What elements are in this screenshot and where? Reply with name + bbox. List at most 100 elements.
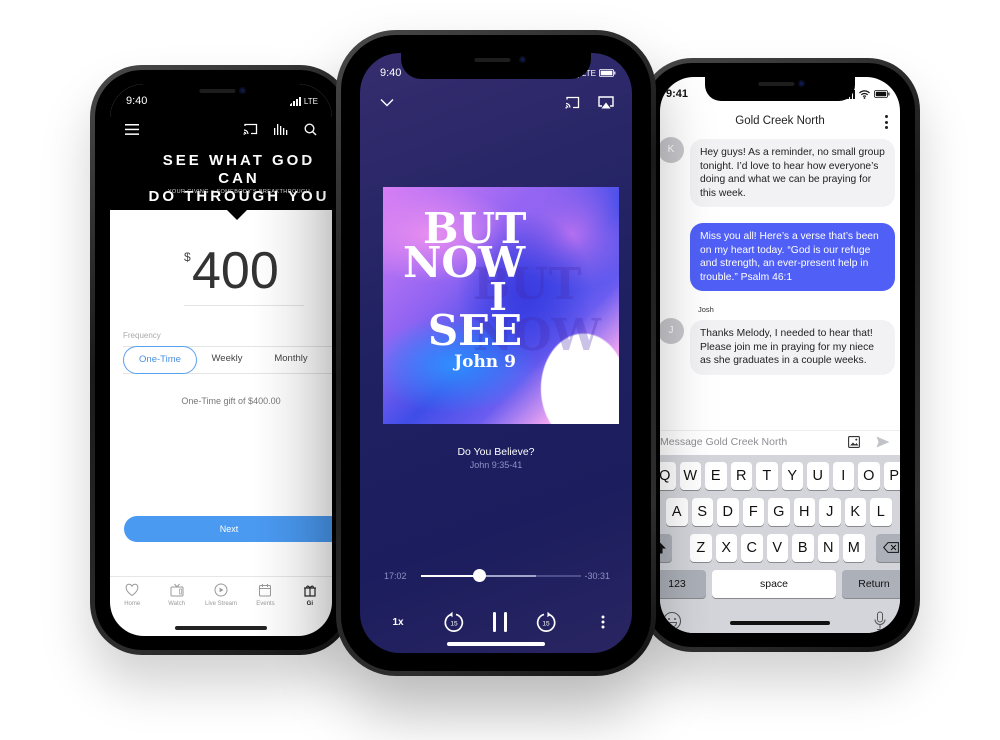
cast-icon[interactable] — [565, 96, 580, 109]
key[interactable]: F — [742, 498, 764, 526]
chat-phone: 9:41 Gold Creek North K Hey guys! As a r… — [640, 58, 920, 652]
return-key[interactable]: Return — [842, 570, 900, 598]
calendar-icon — [259, 584, 272, 597]
emoji-icon — [662, 611, 682, 631]
key[interactable]: W — [679, 462, 701, 490]
network-label: LTE — [303, 96, 318, 106]
more-options-button[interactable] — [598, 610, 608, 634]
pause-icon — [493, 612, 507, 632]
artwork-subtitle: John 9 — [454, 352, 516, 372]
player-toolbar — [380, 96, 614, 112]
key[interactable]: G — [768, 498, 790, 526]
gift-summary: One-Time gift of $400.00 — [181, 396, 281, 406]
cast-icon[interactable] — [242, 121, 258, 137]
front-camera — [239, 87, 246, 94]
tab-give[interactable]: Gi — [288, 577, 332, 636]
battery-icon — [874, 90, 890, 98]
avatar-j[interactable]: J — [660, 318, 684, 344]
forward-15-icon: 15 — [536, 611, 556, 632]
skip-forward-button[interactable]: 15 — [534, 610, 558, 634]
playback-speed-button[interactable]: 1x — [388, 610, 408, 634]
track-reference: John 9:35-41 — [469, 460, 523, 470]
numbers-key[interactable]: 123 — [660, 570, 706, 598]
frequency-one-time[interactable]: One-Time — [123, 346, 197, 374]
menu-icon[interactable] — [124, 121, 140, 137]
key[interactable]: P — [883, 462, 900, 490]
giving-phone: 9:40 LTE SEE WHAT GOD CAN DO THROUGH YOU… — [90, 65, 352, 655]
audio-bars-icon[interactable] — [272, 121, 288, 137]
chevron-down-icon[interactable] — [380, 98, 394, 107]
phone-bezel: 9:40 LTE SEE WHAT GOD CAN DO THROUGH YOU… — [95, 70, 347, 650]
key[interactable]: U — [807, 462, 829, 490]
key[interactable]: Q — [660, 462, 676, 490]
key[interactable]: L — [870, 498, 892, 526]
pause-button[interactable] — [490, 610, 510, 634]
avatar-k[interactable]: K — [660, 137, 684, 163]
currency-symbol: $ — [184, 250, 191, 264]
status-time: 9:40 — [126, 95, 148, 107]
key[interactable]: I — [832, 462, 854, 490]
key[interactable]: D — [717, 498, 739, 526]
key[interactable]: A — [666, 498, 688, 526]
search-icon[interactable] — [302, 121, 318, 137]
dictation-button[interactable] — [874, 611, 888, 633]
delete-key[interactable] — [876, 534, 900, 562]
progress-thumb[interactable] — [472, 569, 486, 582]
tab-label: Home — [124, 601, 141, 607]
key[interactable]: J — [819, 498, 841, 526]
space-key[interactable]: space — [712, 570, 836, 598]
chat-title: Gold Creek North — [735, 115, 825, 127]
image-attach-icon[interactable] — [848, 436, 860, 448]
shift-key[interactable] — [660, 534, 672, 562]
key[interactable]: O — [858, 462, 880, 490]
tab-home[interactable]: Home — [110, 577, 154, 636]
giving-screen: 9:40 LTE SEE WHAT GOD CAN DO THROUGH YOU… — [110, 84, 332, 636]
airplay-icon[interactable] — [598, 96, 614, 109]
key[interactable]: C — [741, 534, 763, 562]
key[interactable]: H — [793, 498, 815, 526]
key[interactable]: N — [817, 534, 839, 562]
key[interactable]: T — [756, 462, 778, 490]
key[interactable]: B — [792, 534, 814, 562]
frequency-weekly[interactable]: Weekly — [199, 346, 255, 374]
player-phone: 9:40 LTE BUT NOW BUT NOW I SEE John 9 Do… — [336, 30, 656, 676]
rewind-15-icon: 15 — [444, 611, 464, 632]
key[interactable]: E — [705, 462, 727, 490]
tv-icon — [170, 583, 184, 597]
key[interactable]: Z — [690, 534, 712, 562]
chat-screen: 9:41 Gold Creek North K Hey guys! As a r… — [660, 77, 900, 633]
elapsed-time: 17:02 — [384, 571, 407, 581]
svg-text:15: 15 — [450, 621, 458, 628]
phone-bezel: 9:40 LTE BUT NOW BUT NOW I SEE John 9 Do… — [341, 35, 651, 671]
microphone-icon — [874, 611, 886, 630]
more-options-icon[interactable] — [884, 115, 888, 129]
progress-slider[interactable] — [421, 569, 581, 582]
keyboard: Q W E R T Y U I O P A S D F G H J K L Z X C V B N M 123 space Return — [660, 455, 900, 633]
message-composer[interactable]: Message Gold Creek North — [660, 430, 900, 454]
amount-field[interactable]: $ 400 — [184, 242, 304, 306]
send-icon[interactable] — [876, 436, 890, 448]
key[interactable]: S — [691, 498, 713, 526]
emoji-button[interactable] — [662, 611, 682, 631]
hero-pointer — [227, 210, 247, 220]
phone-bezel: 9:41 Gold Creek North K Hey guys! As a r… — [645, 63, 915, 647]
tab-label: Gi — [306, 601, 313, 607]
key[interactable]: Y — [781, 462, 803, 490]
status-time: 9:41 — [666, 88, 689, 100]
giving-toolbar — [124, 121, 318, 137]
track-title: Do You Believe? — [457, 446, 535, 458]
message-input[interactable]: Message Gold Creek North — [660, 436, 787, 448]
key[interactable]: R — [730, 462, 752, 490]
next-button[interactable]: Next — [124, 516, 332, 542]
frequency-monthly[interactable]: Monthly — [261, 346, 321, 374]
key[interactable]: M — [843, 534, 865, 562]
key[interactable]: V — [766, 534, 788, 562]
player-screen: 9:40 LTE BUT NOW BUT NOW I SEE John 9 Do… — [360, 53, 632, 653]
notch — [705, 77, 855, 101]
key[interactable]: K — [844, 498, 866, 526]
message-bubble-incoming: Thanks Melody, I needed to hear that! Pl… — [690, 320, 895, 375]
play-circle-icon — [214, 583, 228, 597]
key[interactable]: X — [715, 534, 737, 562]
home-indicator — [447, 642, 545, 646]
skip-back-button[interactable]: 15 — [442, 610, 466, 634]
